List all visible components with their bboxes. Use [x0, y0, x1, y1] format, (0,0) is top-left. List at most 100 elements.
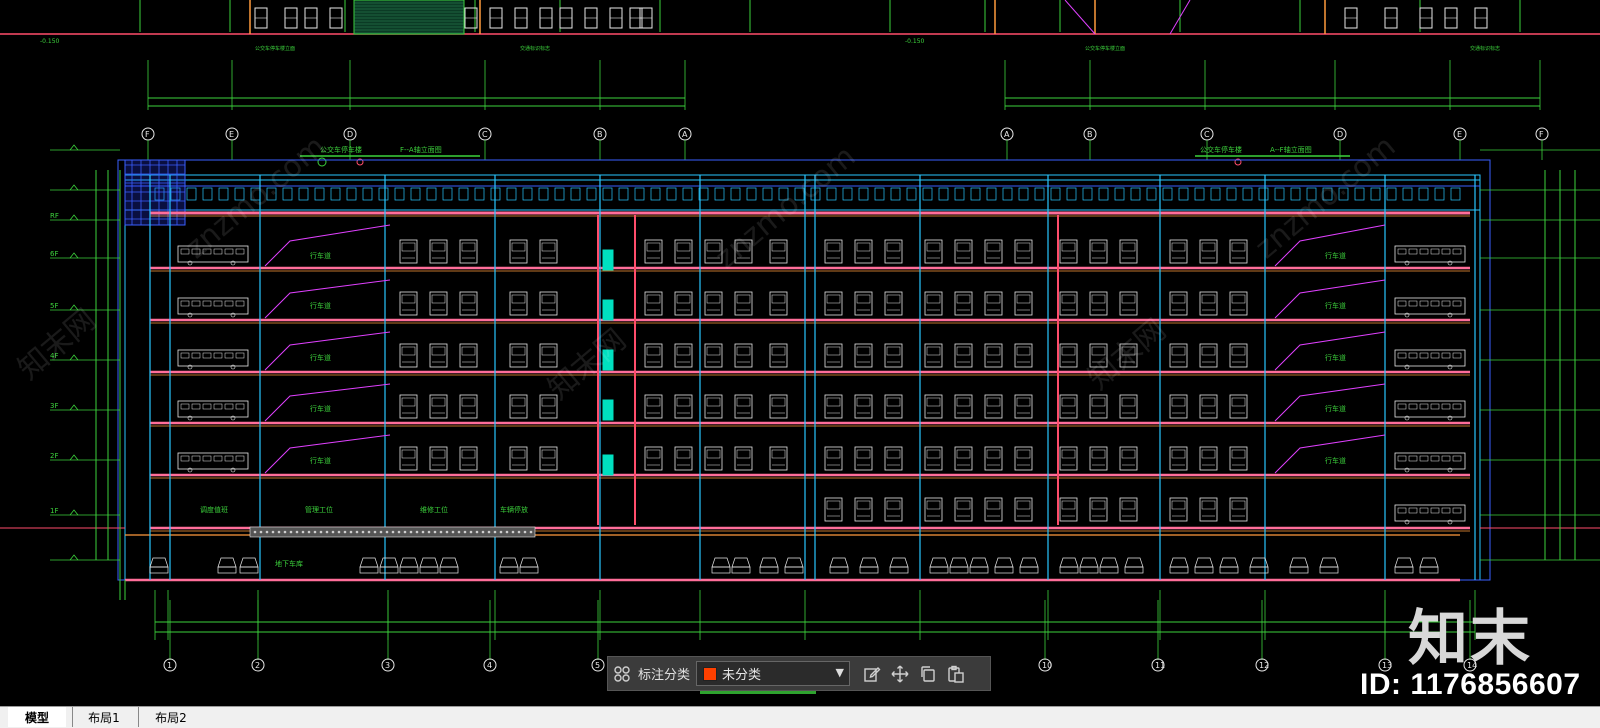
car	[969, 557, 989, 568]
bus-front	[674, 291, 693, 316]
bus-windshield	[1201, 294, 1216, 304]
car-body	[889, 566, 909, 574]
bus-front	[984, 239, 1003, 264]
bus-front	[769, 291, 788, 316]
bus-windshield	[401, 294, 416, 304]
parapet-panel	[298, 187, 309, 201]
bus-window	[1408, 300, 1418, 307]
bus-front	[1229, 446, 1248, 471]
car-body	[949, 566, 969, 574]
bus-window	[1430, 455, 1440, 462]
bus-front	[824, 343, 843, 368]
bus-front	[984, 497, 1003, 522]
bus-windshield	[676, 397, 691, 407]
marker	[317, 157, 327, 167]
bus-window	[1452, 300, 1462, 307]
move-icon[interactable]	[886, 660, 914, 688]
bus-front	[884, 497, 903, 522]
car-body	[1059, 566, 1079, 574]
grid-bubble-label: 4	[487, 661, 492, 670]
bus-window	[180, 403, 190, 410]
bus-front	[1089, 446, 1108, 471]
tab-layout1[interactable]: 布局1	[72, 707, 135, 727]
tab-model[interactable]: 模型	[8, 707, 66, 727]
bus-windshield	[1091, 242, 1106, 252]
bus-windshield	[986, 346, 1001, 356]
ramp	[264, 279, 391, 319]
parapet-panel	[234, 187, 245, 201]
bus-front	[1199, 343, 1218, 368]
parapet-panel	[826, 187, 837, 201]
car	[419, 557, 439, 568]
grid-bubble-label: 3	[385, 661, 390, 670]
car	[711, 557, 731, 568]
room-label: 调度值班	[200, 505, 228, 514]
copy-icon[interactable]	[914, 660, 942, 688]
bus-front	[509, 394, 528, 419]
bus-windshield	[461, 242, 476, 252]
bus-windshield	[736, 449, 751, 459]
annotation-category-select[interactable]: 未分类 ▼	[696, 661, 851, 686]
parapet-panel	[1450, 187, 1461, 201]
parapet-panel	[1194, 187, 1205, 201]
bus-front	[509, 239, 528, 264]
bus-windshield	[646, 397, 661, 407]
parapet-panel	[1306, 187, 1317, 201]
ramp	[264, 383, 391, 422]
parapet-panel	[618, 187, 629, 201]
bus-windshield	[1016, 500, 1031, 510]
level-marker	[69, 252, 79, 259]
parapet-panel	[458, 187, 469, 201]
tab-layout2[interactable]: 布局2	[138, 707, 203, 727]
bus-front	[1199, 446, 1218, 471]
ramp	[1274, 279, 1386, 319]
bus-front	[399, 291, 418, 316]
car	[1219, 557, 1239, 568]
bus-window	[235, 455, 245, 462]
gravel	[505, 530, 509, 534]
floor-label: 4F	[50, 352, 58, 360]
bus-window	[1441, 300, 1451, 307]
paste-icon[interactable]	[942, 660, 970, 688]
bus-front	[429, 291, 448, 316]
bus-window	[180, 455, 190, 462]
cad-drawing-canvas[interactable]: -0.150 -0.150 公交车停车楼立面 交通标识标志 公交车停车楼立面 交通标识标志…	[0, 0, 1600, 706]
bus-windshield	[926, 294, 941, 304]
parapet-panel	[1418, 187, 1429, 201]
car	[859, 557, 879, 568]
grid-bubble-label: F	[145, 130, 150, 139]
bus-window	[1452, 403, 1462, 410]
parapet-panel	[666, 187, 677, 201]
bus-window	[213, 352, 223, 359]
car-body	[829, 566, 849, 574]
bus-front	[1089, 291, 1108, 316]
bus-window	[202, 300, 212, 307]
edit-icon[interactable]	[858, 660, 886, 688]
floor-label: 1F	[50, 507, 58, 515]
building-outline	[117, 159, 1491, 581]
bus-front	[884, 239, 903, 264]
grid-bubble-label: A	[682, 130, 688, 139]
car-body	[1219, 566, 1239, 574]
car	[1289, 557, 1309, 568]
bus-window	[1419, 300, 1429, 307]
gravel	[409, 530, 413, 534]
gravel	[517, 530, 521, 534]
bus-window	[224, 403, 234, 410]
bus-window	[202, 455, 212, 462]
bus-windshield	[401, 242, 416, 252]
grid-bubble-label: F	[1539, 130, 1544, 139]
room-label: 行车道	[310, 456, 331, 465]
gravel	[265, 530, 269, 534]
bus-windshield	[1091, 346, 1106, 356]
building-outline	[124, 174, 1481, 581]
grid-icon[interactable]	[608, 660, 636, 688]
bus-windshield	[1231, 242, 1246, 252]
bus-windshield	[1016, 449, 1031, 459]
gravel	[427, 530, 431, 534]
bus-windshield	[461, 449, 476, 459]
grid-bubble-label: C	[482, 130, 488, 139]
bus-windshield	[826, 449, 841, 459]
car-body	[1394, 566, 1414, 574]
bus-windshield	[1121, 500, 1136, 510]
